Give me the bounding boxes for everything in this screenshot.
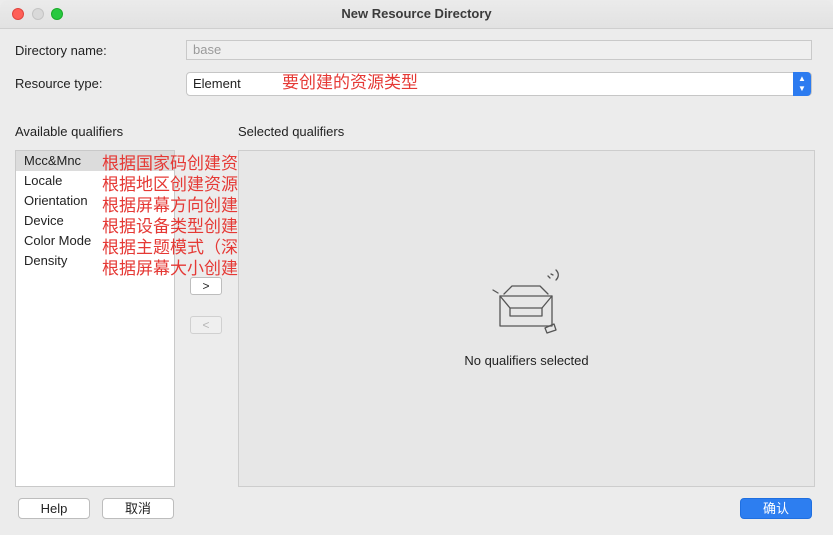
empty-state-text: No qualifiers selected [464, 353, 589, 368]
window-title: New Resource Directory [341, 6, 492, 21]
directory-name-field[interactable]: base [186, 40, 812, 60]
resource-type-value: Element [193, 76, 241, 91]
directory-name-label: Directory name: [15, 43, 107, 58]
titlebar: New Resource Directory [0, 0, 833, 29]
cancel-button[interactable]: 取消 [102, 498, 174, 519]
add-qualifier-button[interactable]: > [190, 277, 222, 295]
empty-tray-icon [492, 269, 559, 334]
resource-type-select[interactable]: Element ▲ ▼ [186, 72, 812, 96]
help-button[interactable]: Help [18, 498, 90, 519]
resource-type-label: Resource type: [15, 76, 103, 91]
confirm-button[interactable]: 确认 [740, 498, 812, 519]
resource-type-annotation: 要创建的资源类型 [282, 73, 418, 93]
remove-qualifier-button[interactable]: < [190, 316, 222, 334]
dialog-window: New Resource Directory Directory name: b… [0, 0, 833, 535]
available-qualifiers-label: Available qualifiers [15, 124, 124, 139]
chevron-updown-icon: ▲ ▼ [793, 72, 811, 96]
selected-qualifiers-label: Selected qualifiers [238, 124, 345, 139]
